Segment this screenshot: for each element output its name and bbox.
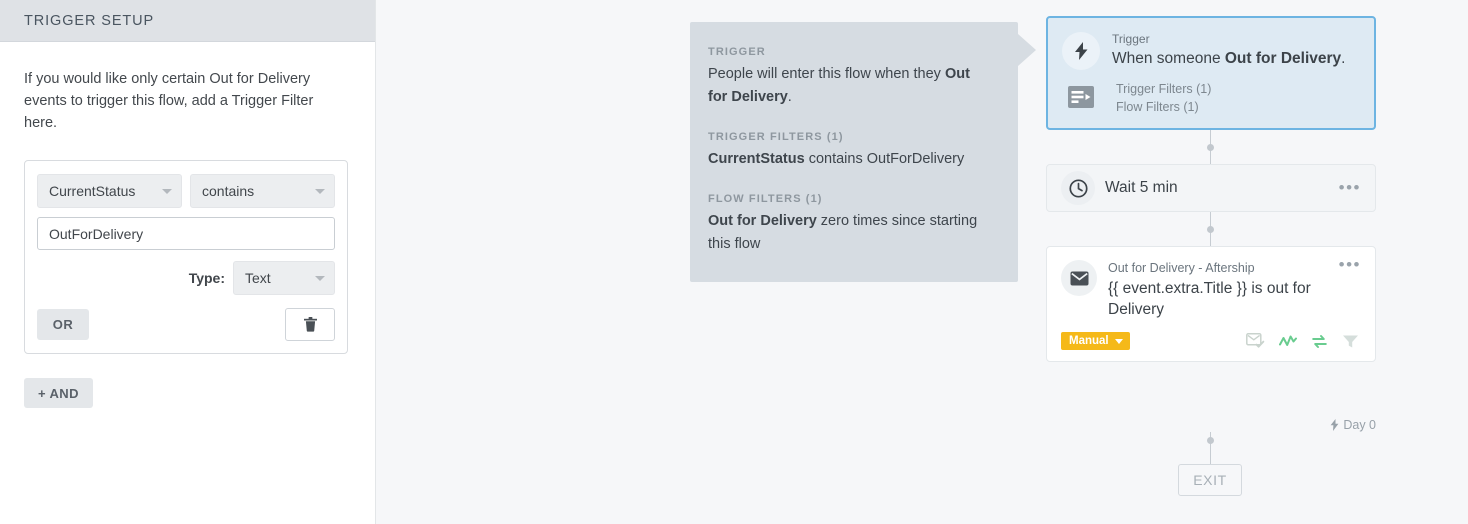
wait-node-label: Wait 5 min [1105,179,1178,196]
clock-icon [1061,171,1095,205]
email-status-icons [1246,333,1361,349]
type-row: Type: Text [37,261,335,295]
summary-trigger-filters-text: CurrentStatus contains OutForDelivery [708,148,990,171]
trigger-title-bold: Out for Delivery [1224,50,1342,67]
summary-flow-filters-label: FLOW FILTERS (1) [708,193,823,205]
add-and-condition-button[interactable]: + AND [24,378,93,408]
sidebar-header: TRIGGER SETUP [0,0,375,42]
summary-trigger-text: People will enter this flow when they Ou… [708,63,990,109]
or-button[interactable]: OR [37,309,89,340]
email-node-body: Out for Delivery - Aftership ••• {{ even… [1108,256,1361,320]
filter-value-input[interactable]: OutForDelivery [37,217,335,250]
filter-condition-row: CurrentStatus contains [37,174,335,208]
connector-add-dot[interactable] [1207,226,1214,233]
trigger-node-main: Trigger When someone Out for Delivery. [1062,32,1360,70]
trigger-title-suffix: . [1341,50,1346,67]
filter-value-text: OutForDelivery [49,225,144,242]
trigger-filters-count: Trigger Filters (1) [1116,82,1212,96]
analytics-icon [1279,335,1297,346]
trigger-setup-sidebar: TRIGGER SETUP If you would like only cer… [0,0,376,524]
chevron-down-icon [315,188,325,194]
summary-trigger-prefix: People will enter this flow when they [708,66,945,82]
status-badge[interactable]: Manual [1061,332,1130,350]
email-node-subject: {{ event.extra.Title }} is out for Deliv… [1108,280,1311,318]
email-node-head: Out for Delivery - Aftership ••• [1108,256,1361,276]
trigger-title-prefix: When someone [1112,50,1225,67]
chevron-down-icon [162,188,172,194]
email-check-icon [1246,333,1265,348]
connector-add-dot[interactable] [1207,144,1214,151]
operator-select[interactable]: contains [190,174,335,208]
email-node-card[interactable]: Out for Delivery - Aftership ••• {{ even… [1046,246,1376,362]
trigger-filters-text-group: Trigger Filters (1) Flow Filters (1) [1116,80,1211,116]
day-label-text: Day 0 [1343,418,1376,432]
type-label: Type: [188,270,225,286]
sidebar-body: If you would like only certain Out for D… [0,42,375,408]
chevron-down-icon [1114,338,1123,344]
email-node-main: Out for Delivery - Aftership ••• {{ even… [1061,256,1361,320]
envelope-icon [1061,260,1097,296]
summary-trigger-filters-bold: CurrentStatus [708,151,805,167]
trash-icon [303,317,317,332]
exit-label: EXIT [1193,472,1227,488]
smart-sending-icon [1312,334,1327,348]
filter-actions-row: OR [37,308,335,341]
summary-trigger-label: TRIGGER [708,46,766,58]
attribute-select-value: CurrentStatus [49,183,136,199]
connector-wait-to-email [1046,212,1376,246]
type-select-value: Text [245,270,271,286]
summary-trigger-filters-label: TRIGGER FILTERS (1) [708,131,844,143]
helper-text: If you would like only certain Out for D… [24,71,314,131]
trigger-node-text: Trigger When someone Out for Delivery. [1112,32,1345,70]
trigger-node-filters[interactable]: Trigger Filters (1) Flow Filters (1) [1062,80,1360,116]
exit-node[interactable]: EXIT [1178,464,1242,496]
trigger-node-card[interactable]: Trigger When someone Out for Delivery. T… [1046,16,1376,130]
trigger-node-eyebrow: Trigger [1112,32,1150,46]
connector-trigger-to-wait [1046,130,1376,164]
type-select[interactable]: Text [233,261,335,295]
flow-canvas: Trigger When someone Out for Delivery. T… [1046,16,1376,362]
status-badge-label: Manual [1069,335,1109,347]
wait-node-card[interactable]: Wait 5 min ••• [1046,164,1376,212]
email-node-footer: Manual [1061,332,1361,350]
flow-filters-count: Flow Filters (1) [1116,100,1199,114]
ellipsis-icon[interactable]: ••• [1339,179,1361,196]
operator-select-value: contains [202,183,255,199]
day-label: Day 0 [1046,418,1376,432]
summary-pointer-arrow [1018,34,1036,66]
trigger-node-title: When someone Out for Delivery. [1112,48,1345,69]
chevron-down-icon [315,275,325,281]
filter-icon [1343,335,1358,347]
page-title: TRIGGER SETUP [24,12,155,29]
filter-list-icon [1066,84,1096,110]
ellipsis-icon[interactable]: ••• [1339,256,1361,273]
lightning-bolt-icon [1330,419,1339,431]
attribute-select[interactable]: CurrentStatus [37,174,182,208]
trigger-filter-card: CurrentStatus contains OutForDelivery Ty… [24,160,348,354]
lightning-bolt-icon [1062,32,1100,70]
summary-flow-filters-bold: Out for Delivery [708,213,817,229]
flow-summary-panel: TRIGGER People will enter this flow when… [690,22,1018,282]
summary-trigger-suffix: . [787,89,792,105]
email-node-eyebrow: Out for Delivery - Aftership [1108,261,1255,275]
delete-filter-button[interactable] [285,308,335,341]
connector-add-dot[interactable] [1207,437,1214,444]
summary-flow-filters-text: Out for Delivery zero times since starti… [708,210,990,256]
summary-trigger-filters-rest: contains OutForDelivery [804,151,965,167]
